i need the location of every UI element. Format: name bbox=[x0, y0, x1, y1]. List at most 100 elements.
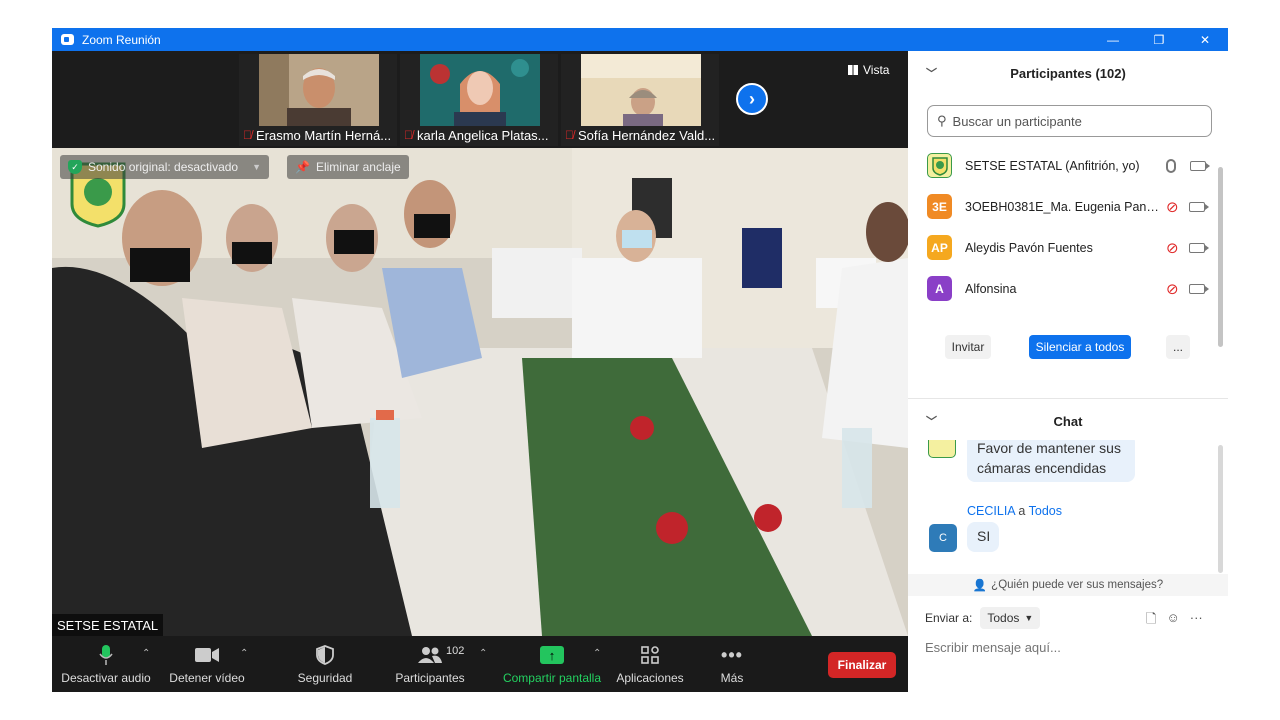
video-camera-icon[interactable] bbox=[1188, 242, 1209, 253]
send-to-dropdown[interactable]: Todos ▼ bbox=[980, 607, 1041, 629]
mic-muted-icon: 🎙̸ bbox=[565, 128, 574, 142]
participant-video-feed bbox=[581, 54, 701, 126]
next-page-arrow-icon[interactable]: › bbox=[736, 83, 768, 115]
thumbnail-name: Erasmo Martín Herná... bbox=[256, 127, 392, 143]
participant-actions: Invitar Silenciar a todos ... bbox=[908, 335, 1228, 371]
share-options-caret-icon[interactable]: ⌃ bbox=[593, 648, 601, 659]
restore-button[interactable]: ❐ bbox=[1136, 28, 1182, 51]
collapse-chevron-icon[interactable]: ﹀ bbox=[926, 413, 937, 429]
sender-logo-avatar bbox=[928, 440, 956, 458]
unpin-button[interactable]: 📌 Eliminar anclaje bbox=[287, 155, 409, 179]
zoom-logo-icon bbox=[61, 34, 74, 45]
unpin-label: Eliminar anclaje bbox=[315, 160, 401, 174]
participants-header: ﹀ Participantes (102) bbox=[908, 51, 1228, 95]
minimize-button[interactable]: — bbox=[1090, 28, 1136, 51]
avatar: C bbox=[929, 524, 957, 552]
more-options-button[interactable]: ... bbox=[1166, 335, 1190, 359]
view-button[interactable]: Vista bbox=[848, 63, 889, 77]
mute-audio-label: Desactivar audio bbox=[61, 671, 151, 685]
chat-messages: Favor de mantener sus cámaras encendidas… bbox=[908, 440, 1218, 570]
share-screen-icon: ↑ bbox=[540, 646, 564, 664]
pin-icon: 📌 bbox=[295, 160, 310, 174]
share-screen-button[interactable]: ↑ Compartir pantalla bbox=[500, 636, 604, 692]
close-button[interactable]: ✕ bbox=[1182, 28, 1228, 51]
chat-header: ﹀ Chat bbox=[908, 399, 1228, 443]
dropdown-caret-icon[interactable]: ▼ bbox=[252, 162, 261, 172]
participant-list-scrollbar[interactable] bbox=[1218, 167, 1223, 347]
chat-scrollbar[interactable] bbox=[1218, 445, 1223, 573]
stop-video-button[interactable]: Detener vídeo bbox=[166, 636, 248, 692]
stop-video-label: Detener vídeo bbox=[169, 671, 245, 685]
meeting-room-video-feed bbox=[52, 148, 908, 636]
participant-row[interactable]: 3E 3OEBH0381E_Ma. Eugenia Pane... ⊘ bbox=[908, 186, 1218, 227]
file-icon[interactable]: 🗋 bbox=[1146, 610, 1156, 632]
mic-muted-icon[interactable]: ⊘ bbox=[1166, 280, 1179, 298]
collapse-chevron-icon[interactable]: ﹀ bbox=[926, 65, 937, 81]
more-label: Más bbox=[720, 671, 744, 685]
meeting-toolbar: Desactivar audio ⌃ Detener vídeo ⌃ Segur… bbox=[52, 636, 908, 692]
avatar: 3E bbox=[927, 194, 952, 219]
video-camera-icon[interactable] bbox=[1188, 283, 1209, 294]
end-meeting-button[interactable]: Finalizar bbox=[828, 652, 896, 678]
host-logo-avatar bbox=[927, 153, 952, 178]
participant-thumbnail[interactable]: 🎙̸ Sofía Hernández Vald... bbox=[561, 54, 719, 146]
participant-row[interactable]: A Alfonsina ⊘ bbox=[908, 268, 1218, 309]
participant-name: Alfonsina bbox=[965, 281, 1017, 296]
participant-row[interactable]: AP Aleydis Pavón Fuentes ⊘ bbox=[908, 227, 1218, 268]
speaker-name-label: SETSE ESTATAL bbox=[52, 614, 164, 636]
video-camera-icon[interactable] bbox=[1190, 160, 1210, 171]
participant-row[interactable]: SETSE ESTATAL (Anfitrión, yo) bbox=[908, 145, 1218, 186]
invite-button[interactable]: Invitar bbox=[945, 335, 991, 359]
participant-list: SETSE ESTATAL (Anfitrión, yo) 3E 3OEBH03… bbox=[908, 145, 1218, 317]
chat-bubble: Favor de mantener sus cámaras encendidas bbox=[967, 440, 1135, 482]
participants-icon bbox=[417, 643, 443, 667]
apps-button[interactable]: Aplicaciones bbox=[614, 636, 686, 692]
video-camera-icon bbox=[194, 643, 220, 667]
title-bar: Zoom Reunión — ❐ ✕ bbox=[52, 28, 1228, 51]
microphone-icon[interactable] bbox=[1166, 158, 1176, 173]
video-camera-icon[interactable] bbox=[1188, 201, 1209, 212]
chat-sender: CECILIA bbox=[967, 504, 1015, 518]
chat-bubble: SI bbox=[967, 522, 999, 552]
window-title: Zoom Reunión bbox=[82, 32, 161, 47]
chat-title: Chat bbox=[1053, 413, 1083, 429]
participant-search-input[interactable]: ⚲ Buscar un participante bbox=[927, 105, 1212, 137]
mic-muted-icon[interactable]: ⊘ bbox=[1166, 239, 1179, 257]
active-speaker-video: ✓ Sonido original: desactivado ▼ 📌 Elimi… bbox=[52, 148, 908, 636]
participant-row[interactable] bbox=[908, 309, 1218, 317]
mic-muted-icon[interactable]: ⊘ bbox=[1166, 198, 1179, 216]
participant-thumbnail[interactable]: 🎙̸ Erasmo Martín Herná... bbox=[239, 54, 397, 146]
view-button-label: Vista bbox=[863, 63, 890, 77]
participants-label: Participantes bbox=[395, 671, 465, 685]
share-screen-label: Compartir pantalla bbox=[502, 671, 602, 685]
thumbnail-strip: 🎙̸ Erasmo Martín Herná... 🎙̸ karla Angelic… bbox=[52, 51, 908, 148]
emoji-icon[interactable]: ☺ bbox=[1166, 610, 1179, 632]
more-dots-icon[interactable]: ··· bbox=[1190, 610, 1203, 632]
participants-options-caret-icon[interactable]: ⌃ bbox=[479, 648, 487, 659]
participant-video-feed bbox=[259, 54, 379, 126]
security-button[interactable]: Seguridad bbox=[290, 636, 360, 692]
chevron-down-icon: ▼ bbox=[1024, 613, 1034, 623]
mute-all-button[interactable]: Silenciar a todos bbox=[1029, 335, 1131, 359]
thumbnail-name: Sofía Hernández Vald... bbox=[578, 127, 716, 143]
participants-count-badge: 102 bbox=[446, 645, 465, 657]
video-area: 🎙̸ Erasmo Martín Herná... 🎙̸ karla Angelic… bbox=[52, 51, 908, 636]
chat-sender-line: CECILIA a Todos bbox=[967, 504, 1062, 518]
security-label: Seguridad bbox=[297, 671, 353, 685]
chat-to-word: a bbox=[1018, 504, 1026, 518]
search-icon: ⚲ bbox=[937, 113, 947, 128]
grid-view-icon bbox=[848, 65, 858, 75]
avatar: AP bbox=[927, 235, 952, 260]
more-button[interactable]: ••• Más bbox=[712, 636, 752, 692]
send-to-label: Enviar a: bbox=[925, 611, 973, 625]
participant-thumbnail[interactable]: 🎙̸ karla Angelica Platas... bbox=[400, 54, 558, 146]
original-sound-chip[interactable]: ✓ Sonido original: desactivado ▼ bbox=[60, 155, 270, 179]
chat-message-input[interactable] bbox=[925, 640, 1215, 655]
chat-recipient[interactable]: Todos bbox=[1029, 504, 1062, 518]
who-can-see-link[interactable]: 👤 ¿Quién puede ver sus mensajes? bbox=[908, 574, 1228, 596]
apps-label: Aplicaciones bbox=[616, 671, 684, 685]
mute-audio-button[interactable]: Desactivar audio bbox=[60, 636, 152, 692]
send-to-value: Todos bbox=[987, 611, 1020, 625]
audio-options-caret-icon[interactable]: ⌃ bbox=[142, 648, 150, 659]
video-options-caret-icon[interactable]: ⌃ bbox=[240, 648, 248, 659]
